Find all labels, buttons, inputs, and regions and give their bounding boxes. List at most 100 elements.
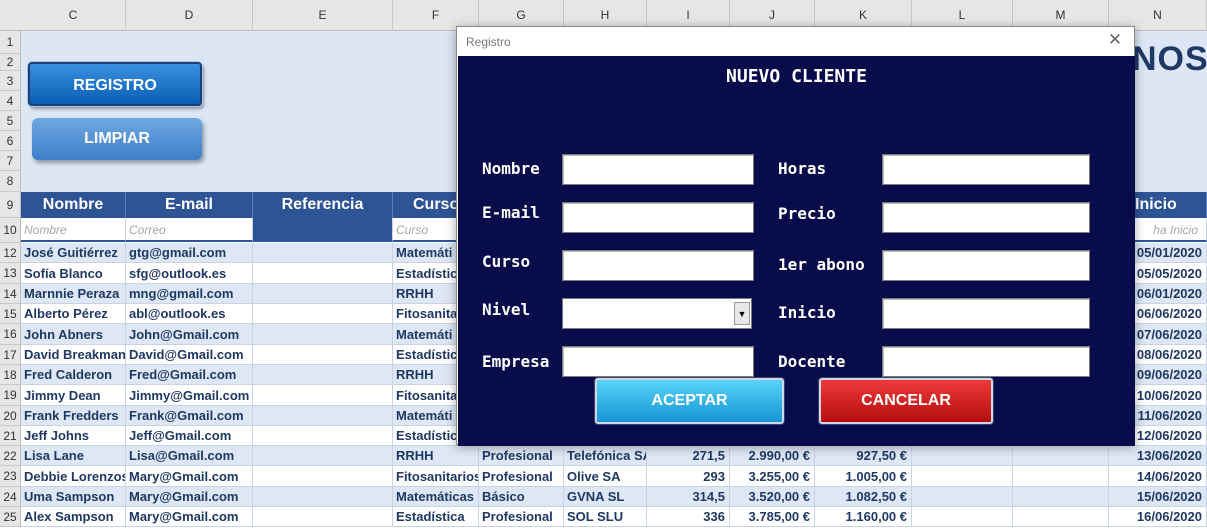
cell-nombre[interactable]: Frank Fredders (21, 406, 126, 426)
cell-curso[interactable]: Matemáticas (393, 487, 479, 507)
cell-nombre[interactable]: José Guitiérrez (21, 243, 126, 263)
row-header-4[interactable]: 4 (0, 91, 21, 111)
cell-email[interactable]: Mary@Gmail.com (126, 466, 253, 487)
row-header-6[interactable]: 6 (0, 131, 21, 151)
row-header-8[interactable]: 8 (0, 171, 21, 192)
cell-col-m[interactable] (1013, 487, 1109, 507)
cell-referencia[interactable] (253, 466, 393, 487)
row-header-10[interactable]: 10 (0, 218, 21, 243)
inicio-input[interactable] (882, 298, 1090, 329)
cell-curso[interactable]: Fitosanitarios (393, 466, 479, 487)
cell-referencia[interactable] (253, 365, 393, 385)
email-input[interactable] (562, 202, 754, 233)
cell-inicio[interactable]: 13/06/2020 (1109, 446, 1207, 466)
row-header-18[interactable]: 18 (0, 365, 21, 385)
row-header-24[interactable]: 24 (0, 487, 21, 507)
cell-precio[interactable]: 2.990,00 € (730, 446, 815, 466)
cell-referencia[interactable] (253, 243, 393, 263)
placeholder-nombre[interactable]: Nombre (21, 218, 126, 242)
row-header-15[interactable]: 15 (0, 304, 21, 324)
cell-col-l[interactable] (912, 487, 1013, 507)
cell-inicio[interactable]: 14/06/2020 (1109, 466, 1207, 487)
cell-empresa[interactable]: SOL SLU (564, 507, 647, 527)
row-header-20[interactable]: 20 (0, 406, 21, 426)
row-header-1[interactable]: 1 (0, 31, 21, 54)
docente-input[interactable] (882, 346, 1090, 377)
cell-referencia[interactable] (253, 446, 393, 466)
curso-input[interactable] (562, 250, 754, 281)
cell-nombre[interactable]: John Abners (21, 324, 126, 345)
cell-nombre[interactable]: Jeff Johns (21, 426, 126, 446)
registro-button[interactable]: REGISTRO (28, 62, 202, 106)
row-header-13[interactable]: 13 (0, 263, 21, 284)
cell-referencia[interactable] (253, 487, 393, 507)
cell-email[interactable]: Lisa@Gmail.com (126, 446, 253, 466)
cell-col-m[interactable] (1013, 446, 1109, 466)
cell-referencia[interactable] (253, 507, 393, 527)
cell-nombre[interactable]: Alberto Pérez (21, 304, 126, 324)
cell-horas[interactable]: 293 (647, 466, 730, 487)
cell-nivel[interactable]: Profesional (479, 507, 564, 527)
cell-nombre[interactable]: Debbie Lorenzos (21, 466, 126, 487)
cell-abono[interactable]: 1.005,00 € (815, 466, 912, 487)
cell-empresa[interactable]: Telefónica SA (564, 446, 647, 466)
header-email[interactable]: E-mail (126, 192, 253, 218)
column-header-e[interactable]: E (253, 0, 393, 31)
nivel-select[interactable]: ▼ (562, 298, 752, 329)
horas-input[interactable] (882, 154, 1090, 185)
cell-nivel[interactable]: Profesional (479, 446, 564, 466)
cell-nombre[interactable]: David Breakman (21, 345, 126, 365)
cell-inicio[interactable]: 15/06/2020 (1109, 487, 1207, 507)
placeholder-referencia[interactable] (253, 218, 393, 242)
cell-email[interactable]: Jimmy@Gmail.com (126, 385, 253, 406)
cell-abono[interactable]: 1.082,50 € (815, 487, 912, 507)
cell-nombre[interactable]: Alex Sampson (21, 507, 126, 527)
cell-curso[interactable]: Estadística (393, 507, 479, 527)
row-header-3[interactable]: 3 (0, 71, 21, 91)
cell-email[interactable]: John@Gmail.com (126, 324, 253, 345)
cell-referencia[interactable] (253, 385, 393, 406)
cell-abono[interactable]: 927,50 € (815, 446, 912, 466)
cell-referencia[interactable] (253, 426, 393, 446)
close-icon[interactable]: ✕ (1106, 31, 1124, 49)
cell-email[interactable]: mng@gmail.com (126, 284, 253, 304)
empresa-input[interactable] (562, 346, 754, 377)
cell-referencia[interactable] (253, 263, 393, 284)
column-header-d[interactable]: D (126, 0, 253, 31)
cell-referencia[interactable] (253, 284, 393, 304)
cell-inicio[interactable]: 16/06/2020 (1109, 507, 1207, 527)
row-header-2[interactable]: 2 (0, 54, 21, 71)
cancelar-button[interactable]: CANCELAR (819, 378, 993, 424)
row-header-23[interactable]: 23 (0, 466, 21, 487)
cell-col-l[interactable] (912, 446, 1013, 466)
cell-precio[interactable]: 3.255,00 € (730, 466, 815, 487)
row-header-22[interactable]: 22 (0, 446, 21, 466)
cell-email[interactable]: Jeff@Gmail.com (126, 426, 253, 446)
cell-abono[interactable]: 1.160,00 € (815, 507, 912, 527)
cell-nombre[interactable]: Lisa Lane (21, 446, 126, 466)
aceptar-button[interactable]: ACEPTAR (595, 378, 784, 424)
column-header-c[interactable]: C (21, 0, 126, 31)
row-header-5[interactable]: 5 (0, 111, 21, 131)
cell-nombre[interactable]: Fred Calderon (21, 365, 126, 385)
cell-empresa[interactable]: Olive SA (564, 466, 647, 487)
row-header-21[interactable]: 21 (0, 426, 21, 446)
cell-email[interactable]: Mary@Gmail.com (126, 507, 253, 527)
cell-col-l[interactable] (912, 507, 1013, 527)
cell-horas[interactable]: 336 (647, 507, 730, 527)
cell-col-m[interactable] (1013, 507, 1109, 527)
cell-email[interactable]: Mary@Gmail.com (126, 487, 253, 507)
cell-referencia[interactable] (253, 324, 393, 345)
dropdown-arrow-icon[interactable]: ▼ (734, 302, 750, 325)
cell-email[interactable]: gtg@gmail.com (126, 243, 253, 263)
abono-input[interactable] (882, 250, 1090, 281)
nombre-input[interactable] (562, 154, 754, 185)
header-nombre[interactable]: Nombre (21, 192, 126, 218)
cell-email[interactable]: Frank@Gmail.com (126, 406, 253, 426)
cell-col-m[interactable] (1013, 466, 1109, 487)
dialog-titlebar[interactable]: Registro ✕ (457, 27, 1134, 56)
row-header-17[interactable]: 17 (0, 345, 21, 365)
cell-nombre[interactable]: Marnnie Peraza (21, 284, 126, 304)
header-referencia[interactable]: Referencia (253, 192, 393, 218)
cell-nivel[interactable]: Profesional (479, 466, 564, 487)
